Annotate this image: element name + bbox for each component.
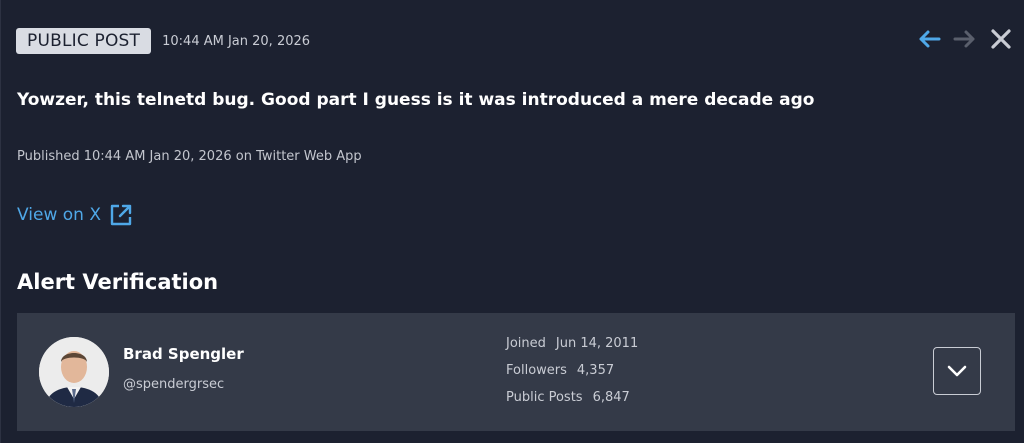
post-detail-panel: PUBLIC POST 10:44 AM Jan 20, 2026 Yowzer…	[0, 0, 1024, 443]
view-on-x-link[interactable]: View on X	[17, 203, 133, 227]
section-title: Alert Verification	[17, 270, 219, 294]
next-button[interactable]	[952, 26, 978, 52]
published-info: Published 10:44 AM Jan 20, 2026 on Twitt…	[17, 149, 362, 164]
author-card: Brad Spengler @spendergrsec Joined Jun 1…	[17, 313, 1015, 431]
stat-label: Followers	[506, 363, 567, 378]
expand-button[interactable]	[933, 347, 981, 395]
close-icon	[991, 29, 1011, 49]
author-name: Brad Spengler	[123, 345, 244, 363]
view-on-x-label: View on X	[17, 205, 101, 225]
stat-label: Joined	[506, 336, 546, 351]
close-button[interactable]	[988, 26, 1014, 52]
post-timestamp: 10:44 AM Jan 20, 2026	[162, 33, 311, 49]
post-text: Yowzer, this telnetd bug. Good part I gu…	[17, 90, 815, 110]
stat-value: Jun 14, 2011	[555, 336, 639, 351]
previous-button[interactable]	[916, 26, 942, 52]
author-handle: @spendergrsec	[123, 377, 225, 392]
stat-row: Followers 4,357	[506, 363, 638, 390]
arrow-right-icon	[953, 30, 975, 48]
post-header: PUBLIC POST 10:44 AM Jan 20, 2026	[16, 28, 310, 54]
stat-row: Joined Jun 14, 2011	[506, 336, 638, 363]
stat-value: 4,357	[576, 363, 615, 378]
author-stats: Joined Jun 14, 2011 Followers 4,357 Publ…	[506, 336, 638, 417]
visibility-badge: PUBLIC POST	[16, 28, 152, 54]
stat-row: Public Posts 6,847	[506, 390, 638, 417]
stat-value: 6,847	[592, 390, 630, 405]
external-link-icon	[110, 204, 132, 226]
panel-navigation	[906, 26, 1014, 52]
stat-label: Public Posts	[506, 390, 583, 405]
arrow-left-icon	[919, 30, 941, 48]
avatar	[39, 337, 109, 407]
chevron-down-icon	[947, 365, 967, 377]
